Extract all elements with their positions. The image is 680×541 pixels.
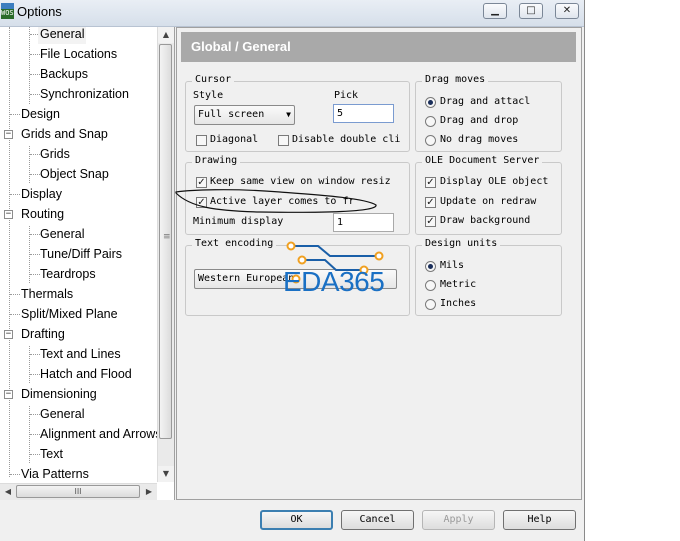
ok-button[interactable]: OK <box>260 510 333 530</box>
watermark-logo: EDA365 <box>283 266 385 297</box>
handwritten-scribble <box>175 189 377 213</box>
help-button[interactable]: Help <box>503 510 576 530</box>
options-dialog: WOS Options ▁ □ ✕ − − − − General File L… <box>0 0 585 541</box>
apply-button[interactable]: Apply <box>422 510 495 530</box>
cancel-button[interactable]: Cancel <box>341 510 414 530</box>
